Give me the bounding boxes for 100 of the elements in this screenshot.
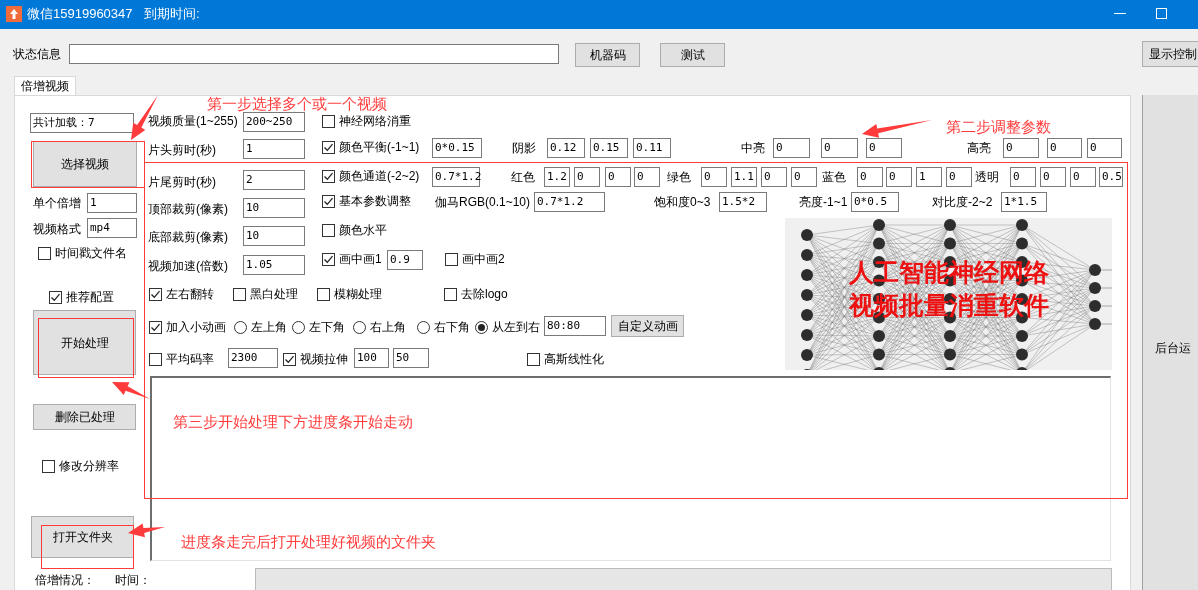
action-button[interactable]: 选择视频 [33,141,137,187]
checkbox-label[interactable]: 基本参数调整 [339,193,411,209]
field-label: 对比度-2~2 [932,194,993,210]
action-button[interactable]: 打开文件夹 [31,516,134,558]
checkbox-label[interactable]: 修改分辨率 [59,458,119,474]
input-field[interactable]: 0.15 [590,138,628,158]
input-field[interactable]: 0 [866,138,902,158]
checkbox-label[interactable]: 平均码率 [166,351,214,367]
checkbox-label[interactable]: 颜色平衡(-1~1) [339,139,420,155]
input-field[interactable]: 0 [574,167,600,187]
input-field[interactable]: 0 [605,167,631,187]
field-label: 时间： [115,572,151,588]
input-field[interactable]: 0.12 [547,138,585,158]
annotation-text: 进度条走完后打开处理好视频的文件夹 [181,534,436,550]
field-label: 蓝色 [822,169,846,185]
action-button[interactable]: 机器码 [575,43,640,67]
input-field[interactable]: 1.05 [243,255,305,275]
expiry-label: 到期时间: [144,6,200,22]
input-field[interactable]: 0 [1070,167,1096,187]
input-field[interactable]: 80:80 [544,316,606,336]
input-field[interactable]: 0 [946,167,972,187]
radio-label[interactable]: 左下角 [309,319,345,335]
radio-label[interactable]: 右上角 [370,319,406,335]
field-label: 绿色 [667,169,691,185]
input-field[interactable]: 1 [916,167,942,187]
input-field[interactable]: 0 [857,167,883,187]
input-field[interactable]: 0 [886,167,912,187]
input-field[interactable]: 0 [773,138,810,158]
action-button[interactable]: 测试 [660,43,725,67]
input-field[interactable]: 2 [243,170,305,190]
input-field[interactable]: 1.5*2 [719,192,767,212]
input-field[interactable]: mp4 [87,218,137,238]
checkbox-label[interactable]: 视频拉伸 [300,351,348,367]
action-button[interactable]: 开始处理 [33,310,136,375]
input-field[interactable]: 2300 [228,348,278,368]
minimize-icon[interactable] [1114,13,1126,15]
input-field[interactable]: 0 [1040,167,1066,187]
input-field[interactable]: 0*0.5 [851,192,899,212]
radio-label[interactable]: 右下角 [434,319,470,335]
input-field[interactable]: 0.5 [1099,167,1123,187]
annotation-text: 第一步选择多个或一个视频 [207,96,387,112]
input-field[interactable]: 10 [243,198,305,218]
checkbox-label[interactable]: 颜色水平 [339,222,387,238]
checkbox-label[interactable]: 神经网络消重 [339,113,411,129]
checkbox-label[interactable]: 黑白处理 [250,286,298,302]
checkbox-label[interactable]: 时间戳文件名 [55,245,127,261]
action-button[interactable]: 自定义动画 [611,315,684,337]
checkbox-label[interactable]: 加入小动画 [166,319,226,335]
checkbox-label[interactable]: 去除logo [461,286,508,302]
field-label: 视频加速(倍数) [148,258,228,274]
action-button[interactable]: 显示控制 [1142,41,1198,67]
input-field[interactable] [69,44,559,64]
input-field[interactable]: 0 [634,167,660,187]
checkbox-label[interactable]: 画中画2 [462,251,505,267]
annotation-text: 第二步调整参数 [946,119,1051,135]
input-field[interactable]: 0 [1010,167,1036,187]
input-field[interactable]: 0 [1003,138,1039,158]
checkbox-label[interactable]: 推荐配置 [66,289,114,305]
radio-label[interactable]: 从左到右 [492,319,540,335]
radio-label[interactable]: 左上角 [251,319,287,335]
input-field[interactable]: 1 [243,139,305,159]
field-label: 阴影 [512,140,536,156]
window-title: 微信15919960347 [27,6,133,22]
annotation-arrow [128,523,165,538]
input-field[interactable]: 200~250 [243,112,305,132]
input-field[interactable]: 0 [791,167,817,187]
input-field[interactable]: 0.7*1.2 [534,192,605,212]
input-field[interactable]: 共计加载：7 [30,113,134,133]
input-field[interactable]: 50 [393,348,429,368]
field-label: 透明 [975,169,999,185]
input-field[interactable]: 0 [761,167,787,187]
input-field[interactable]: 0.11 [633,138,671,158]
checkbox-label[interactable]: 模糊处理 [334,286,382,302]
input-field[interactable]: 0*0.15 [432,138,482,158]
maximize-icon[interactable] [1156,8,1167,19]
field-label: 倍增情况： [35,572,95,588]
input-field[interactable]: 1.1 [731,167,757,187]
tab[interactable]: 倍增视频 [14,76,76,96]
input-field[interactable]: 0 [1047,138,1082,158]
action-button[interactable]: 删除已处理 [33,404,136,430]
banner-text: 视频批量消重软件 [848,290,1049,321]
input-field[interactable]: 1 [87,193,137,213]
input-field[interactable]: 1*1.5 [1001,192,1047,212]
checkbox-label[interactable]: 画中画1 [339,251,382,267]
field-label: 片尾剪时(秒) [148,174,216,190]
input-field[interactable]: 100 [354,348,389,368]
input-field[interactable]: 0 [821,138,858,158]
input-field[interactable]: 0.7*1.2 [432,167,480,187]
checkbox-label[interactable]: 颜色通道(-2~2) [339,168,420,184]
input-field[interactable]: 0 [701,167,727,187]
input-field[interactable]: 0.9 [387,250,423,270]
field-label: 视频质量(1~255) [148,113,238,129]
checkbox-label[interactable]: 左右翻转 [166,286,214,302]
banner-text: 人工智能神经网络 [848,257,1049,288]
input-field[interactable]: 10 [243,226,305,246]
annotation-arrow [862,120,932,138]
input-field[interactable]: 1.2 [544,167,570,187]
field-label: 片头剪时(秒) [148,142,216,158]
checkbox-label[interactable]: 高斯线性化 [544,351,604,367]
input-field[interactable]: 0 [1087,138,1122,158]
